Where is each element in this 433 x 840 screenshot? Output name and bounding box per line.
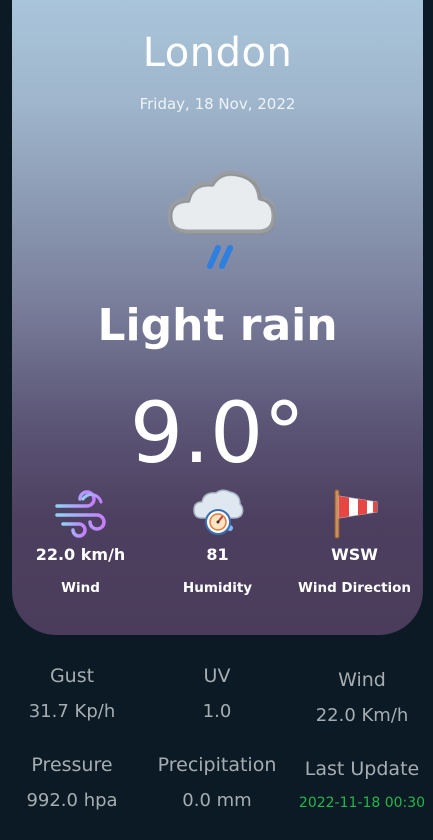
detail-last-update: Last Update 2022-11-18 00:30 <box>290 757 433 815</box>
weather-card: London Friday, 18 Nov, 2022 Light rain 9… <box>12 0 423 635</box>
detail-label: Last Update <box>304 758 420 780</box>
detail-value: 1.0 <box>202 701 232 722</box>
temperature: 9.0° <box>129 384 306 482</box>
detail-value: 31.7 Kp/h <box>28 701 116 722</box>
wind-label: Wind <box>61 580 100 596</box>
stat-humidity: 81 Humidity <box>149 488 286 596</box>
wind-speed-value: 22.0 km/h <box>35 545 126 564</box>
city-name: London <box>142 30 293 76</box>
detail-label: Wind <box>338 669 386 691</box>
detail-wind: Wind 22.0 Km/h <box>290 668 433 728</box>
windsock-icon <box>334 489 377 539</box>
details-grid: Gust 31.7 Kp/h UV 1.0 Wind 22.0 Km/h Pre… <box>0 650 433 840</box>
current-date: Friday, 18 Nov, 2022 <box>139 95 296 113</box>
stat-wind: 22.0 km/h Wind <box>12 488 149 596</box>
detail-value: 2022-11-18 00:30 <box>298 795 426 811</box>
detail-value: 22.0 Km/h <box>315 705 409 726</box>
detail-pressure: Pressure 992.0 hpa <box>0 753 144 813</box>
detail-value: 0.0 mm <box>182 790 252 811</box>
weather-app: London Friday, 18 Nov, 2022 Light rain 9… <box>0 0 433 840</box>
detail-label: Precipitation <box>157 754 277 776</box>
detail-label: Gust <box>49 665 95 687</box>
detail-label: UV <box>203 665 231 687</box>
cloud-rain-icon <box>167 170 277 269</box>
humidity-value: 81 <box>206 545 229 564</box>
detail-uv: UV 1.0 <box>145 664 289 724</box>
wind-icon <box>54 490 106 538</box>
detail-gust: Gust 31.7 Kp/h <box>0 664 144 724</box>
humidity-label: Humidity <box>182 580 253 596</box>
wind-direction-label: Wind Direction <box>297 580 412 596</box>
stat-wind-direction: WSW Wind Direction <box>286 488 423 596</box>
condition-text: Light rain <box>97 300 338 351</box>
humidity-icon <box>192 489 243 535</box>
wind-direction-value: WSW <box>331 545 378 564</box>
detail-value: 992.0 hpa <box>26 790 118 811</box>
detail-label: Pressure <box>31 754 113 776</box>
detail-precipitation: Precipitation 0.0 mm <box>145 753 289 813</box>
